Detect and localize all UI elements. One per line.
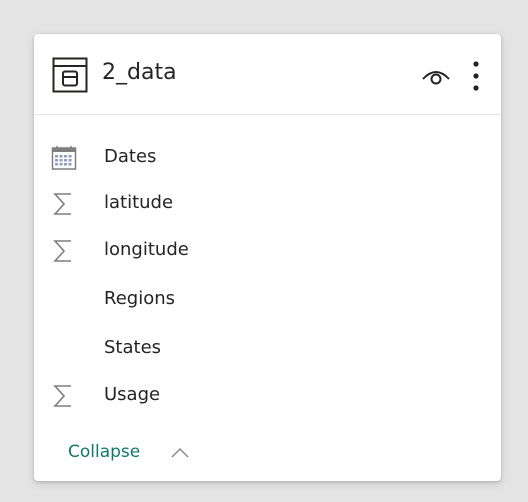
more-options-icon[interactable] <box>470 59 482 93</box>
field-label: latitude <box>104 192 174 213</box>
field-item-usage[interactable]: Usage <box>34 373 501 417</box>
field-item-dates[interactable]: Dates <box>34 135 501 179</box>
eye-icon[interactable] <box>420 62 452 88</box>
sigma-icon <box>53 385 71 407</box>
field-label: Usage <box>104 384 161 405</box>
field-label: longitude <box>104 239 189 260</box>
sigma-icon <box>53 193 71 215</box>
table-icon <box>52 57 88 93</box>
table-card: 2_data Dates latitude longitude Regions … <box>34 34 501 481</box>
collapse-link[interactable]: Collapse <box>68 437 140 467</box>
field-item-latitude[interactable]: latitude <box>34 181 501 225</box>
table-card-header: 2_data <box>34 34 501 115</box>
field-label: Dates <box>104 146 157 167</box>
field-label: States <box>104 337 162 358</box>
field-item-longitude[interactable]: longitude <box>34 228 501 272</box>
table-name[interactable]: 2_data <box>102 55 177 91</box>
field-item-states[interactable]: States <box>34 326 501 370</box>
field-label: Regions <box>104 288 175 309</box>
sigma-icon <box>53 240 71 262</box>
calendar-icon <box>51 146 77 170</box>
chevron-up-icon[interactable] <box>170 446 190 460</box>
field-item-regions[interactable]: Regions <box>34 277 501 321</box>
